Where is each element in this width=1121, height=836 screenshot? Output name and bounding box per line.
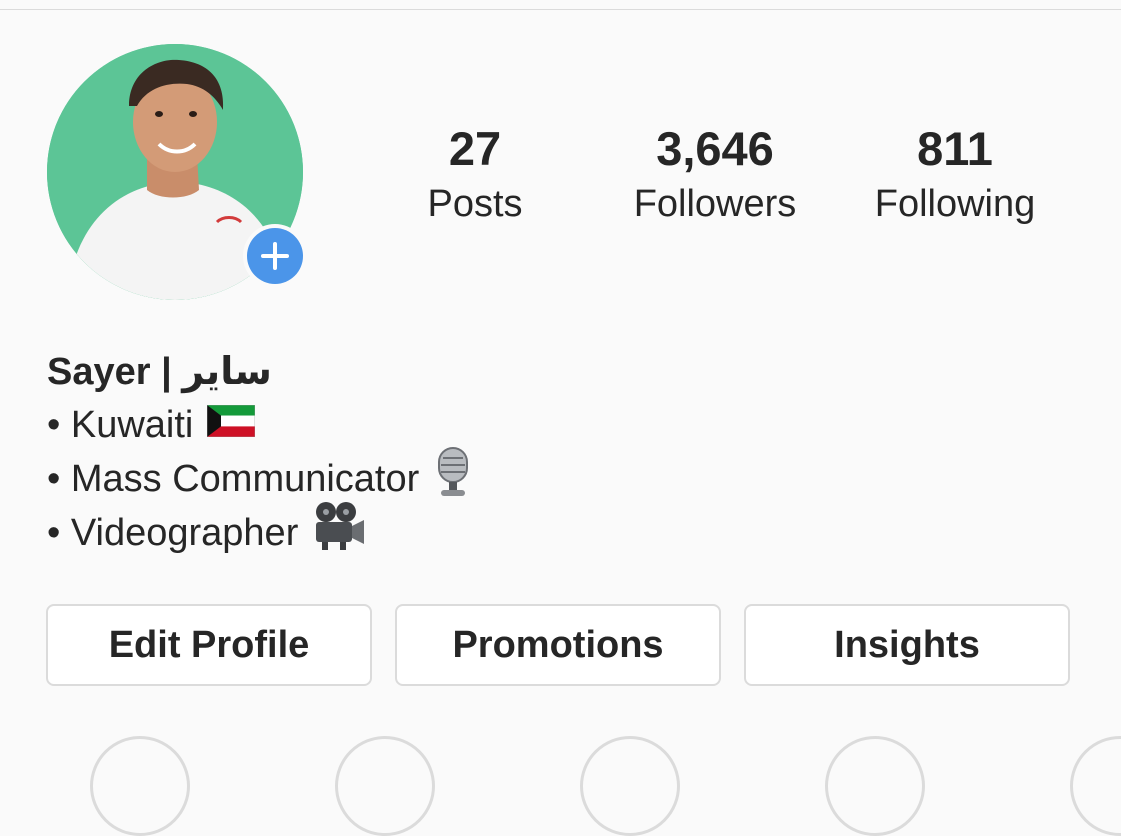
- bio-line-videographer: • Videographer: [47, 501, 1047, 560]
- promotions-button[interactable]: Promotions: [395, 604, 721, 686]
- bio-line-communicator: • Mass Communicator: [47, 446, 1047, 506]
- profile-actions: Edit Profile Promotions Insights: [46, 604, 1076, 690]
- story-highlight[interactable]: [335, 736, 435, 836]
- posts-count: 27: [448, 122, 502, 175]
- posts-label: Posts: [427, 183, 523, 225]
- story-highlight[interactable]: [580, 736, 680, 836]
- edit-profile-button[interactable]: Edit Profile: [46, 604, 372, 686]
- microphone-icon: [433, 446, 473, 513]
- stat-followers[interactable]: 3,646 Followers: [595, 118, 835, 228]
- story-highlights-row: [0, 736, 1121, 836]
- followers-label: Followers: [633, 183, 797, 225]
- insights-button[interactable]: Insights: [744, 604, 1070, 686]
- stat-posts[interactable]: 27 Posts: [355, 118, 595, 228]
- story-highlight[interactable]: [1070, 736, 1121, 836]
- bio-text: • Mass Communicator: [47, 458, 420, 500]
- movie-camera-icon: [312, 500, 366, 567]
- profile-stats: 27 Posts 3,646 Followers 811 Following: [0, 118, 1121, 238]
- following-count: 811: [917, 122, 993, 175]
- profile-bio: Sayer | ساير • Kuwaiti • Mass Communicat…: [47, 346, 1047, 560]
- story-highlight[interactable]: [825, 736, 925, 836]
- bio-text: • Kuwaiti: [47, 404, 194, 446]
- followers-count: 3,646: [656, 122, 774, 175]
- bio-line-kuwaiti: • Kuwaiti: [47, 398, 1047, 452]
- bio-text: • Videographer: [47, 512, 299, 554]
- following-label: Following: [874, 183, 1036, 225]
- stat-following[interactable]: 811 Following: [835, 118, 1075, 228]
- profile-name: Sayer | ساير: [47, 351, 272, 393]
- kuwait-flag-icon: [207, 398, 256, 452]
- header-divider: [0, 9, 1121, 10]
- story-highlight[interactable]: [90, 736, 190, 836]
